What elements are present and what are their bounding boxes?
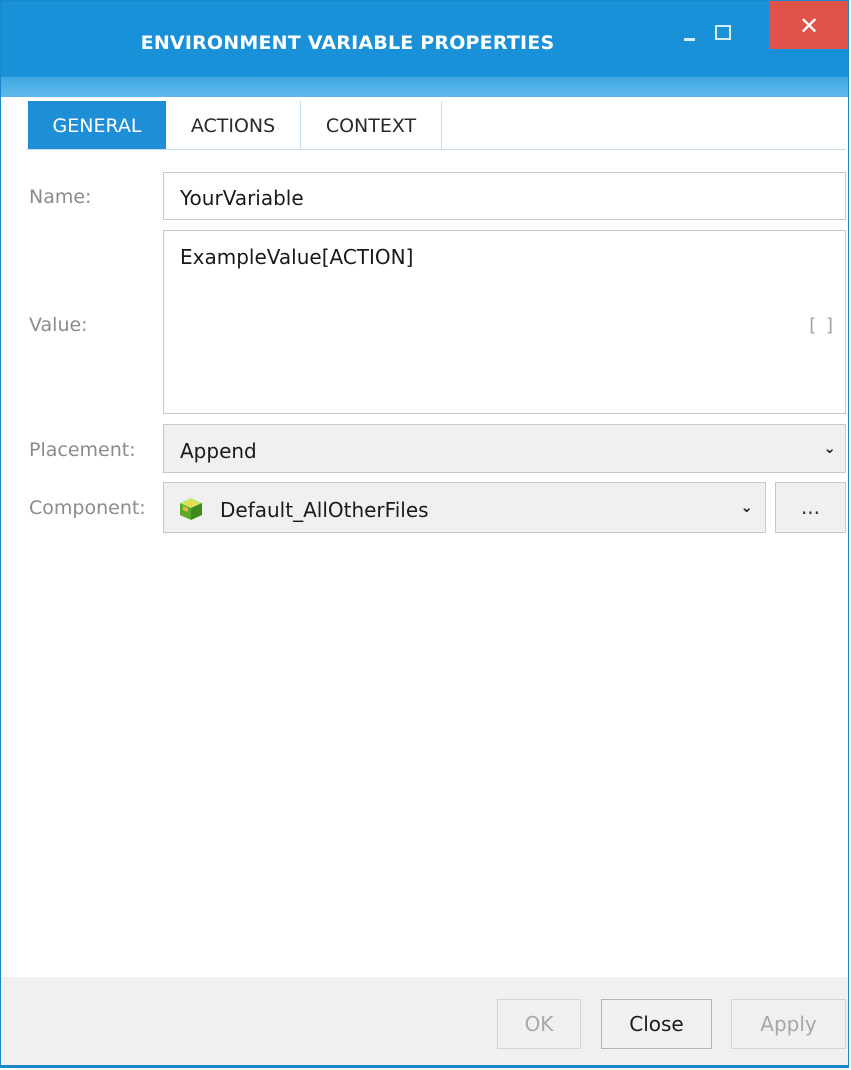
tab-actions[interactable]: ACTIONS [166, 101, 301, 150]
value-label: Value: [29, 314, 88, 336]
chevron-down-icon: ⌄ [740, 498, 753, 516]
expand-brackets-icon[interactable]: [ ] [809, 315, 835, 336]
name-input-value: YourVariable [180, 186, 304, 210]
component-select-value: Default_AllOtherFiles [220, 498, 429, 522]
close-window-button[interactable]: ✕ [769, 1, 848, 49]
chevron-down-icon: ⌄ [823, 439, 836, 457]
bottom-border [1, 1065, 848, 1067]
title-bar-band [1, 77, 848, 97]
name-label: Name: [29, 186, 92, 208]
close-button[interactable]: Close [601, 999, 712, 1049]
component-label: Component: [29, 497, 146, 519]
apply-button[interactable]: Apply [731, 999, 846, 1049]
placement-select-value: Append [180, 439, 257, 463]
dialog-footer: OK Close Apply [1, 977, 848, 1067]
name-input[interactable]: YourVariable [163, 172, 846, 220]
tab-general[interactable]: GENERAL [28, 101, 166, 150]
value-textarea-text: ExampleValue[ACTION] [180, 245, 414, 269]
properties-dialog: ENVIRONMENT VARIABLE PROPERTIES ✕ GENERA… [0, 0, 849, 1068]
placement-label: Placement: [29, 439, 136, 461]
browse-component-button[interactable]: ... [775, 482, 846, 533]
dialog-title: ENVIRONMENT VARIABLE PROPERTIES [140, 32, 555, 54]
ok-button[interactable]: OK [497, 999, 581, 1049]
tab-strip: GENERAL ACTIONS CONTEXT [1, 97, 848, 150]
title-bar[interactable]: ENVIRONMENT VARIABLE PROPERTIES ✕ [1, 1, 848, 97]
tab-context[interactable]: CONTEXT [301, 101, 442, 150]
value-textarea[interactable]: ExampleValue[ACTION] [ ] [163, 230, 846, 414]
minimize-icon[interactable] [684, 29, 696, 41]
placement-select[interactable]: Append ⌄ [163, 424, 846, 473]
component-cube-icon [180, 498, 202, 520]
maximize-icon[interactable] [715, 25, 731, 40]
component-select[interactable]: Default_AllOtherFiles ⌄ [163, 482, 766, 533]
tab-baseline [26, 149, 846, 150]
